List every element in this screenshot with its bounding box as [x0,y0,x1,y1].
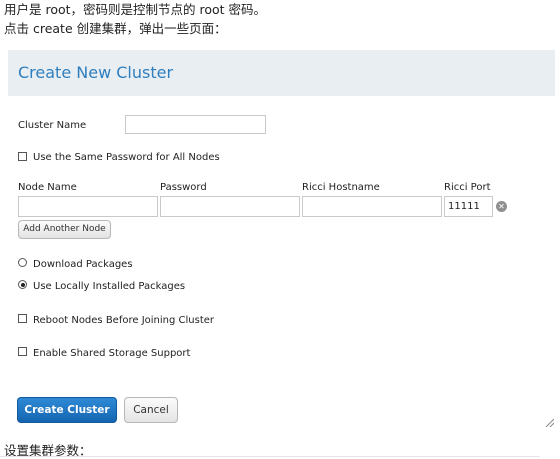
use-local-packages-label: Use Locally Installed Packages [33,281,186,292]
shared-storage-checkbox[interactable] [18,347,27,356]
reboot-nodes-label: Reboot Nodes Before Joining Cluster [33,315,215,326]
header-ricci-hostname: Ricci Hostname [302,182,380,193]
reboot-nodes-checkbox[interactable] [18,314,27,323]
node-name-input[interactable] [18,196,158,217]
shared-storage-label: Enable Shared Storage Support [33,348,191,359]
download-packages-label: Download Packages [33,259,133,270]
same-password-label: Use the Same Password for All Nodes [33,152,220,163]
ricci-hostname-input[interactable] [302,196,442,217]
download-packages-radio[interactable] [18,258,27,267]
header-password: Password [160,182,207,193]
cancel-button[interactable]: Cancel [124,397,178,423]
dialog-title: Create New Cluster [18,63,174,82]
resize-grip-icon[interactable] [544,417,554,427]
cluster-name-label: Cluster Name [18,120,87,131]
intro-text-line-2: 点击 create 创建集群，弹出一些页面： [4,21,227,36]
add-another-node-button[interactable]: Add Another Node [18,220,111,239]
use-local-packages-radio[interactable] [18,280,27,289]
cluster-name-input[interactable] [125,115,266,134]
header-node-name: Node Name [18,182,77,193]
remove-circle-icon[interactable]: ✕ [496,201,507,212]
intro-text-line-1: 用户是 root，密码则是控制节点的 root 密码。 [4,2,267,17]
node-password-input[interactable] [160,196,300,217]
ricci-port-input[interactable] [444,196,493,217]
create-cluster-button[interactable]: Create Cluster [17,397,117,423]
header-ricci-port: Ricci Port [444,182,491,193]
dialog-header: Create New Cluster [8,50,555,96]
same-password-checkbox[interactable] [18,152,27,161]
